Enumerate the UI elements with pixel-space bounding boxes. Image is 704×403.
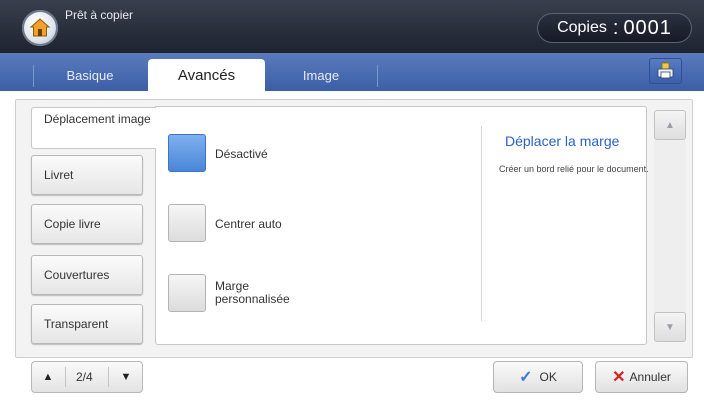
page-navigator: ▲ 2/4 ▼ (31, 361, 143, 393)
status-text: Prêt à copier (65, 8, 134, 22)
sidebar-item-livret[interactable]: Livret (31, 155, 143, 195)
option-desactive-button[interactable] (168, 134, 206, 172)
job-queue-button[interactable] (649, 58, 682, 84)
home-icon (29, 18, 51, 37)
tab-divider (377, 65, 378, 87)
option-centrer-auto-label: Centrer auto (215, 217, 282, 231)
option-marge-personnalisee-button[interactable] (168, 274, 206, 312)
cancel-button[interactable]: ✕ Annuler (595, 361, 688, 393)
page-prev-button[interactable]: ▲ (32, 362, 64, 392)
cancel-label: Annuler (629, 370, 671, 384)
sidebar-item-copie-livre[interactable]: Copie livre (31, 204, 143, 244)
page-indicator: 2/4 (76, 370, 93, 384)
home-button[interactable] (22, 10, 58, 46)
tab-avances[interactable]: Avancés (148, 59, 265, 91)
tab-image[interactable]: Image (266, 59, 376, 91)
sidebar-item-deplacement-image[interactable]: Déplacement image (31, 107, 156, 149)
pager-divider (65, 367, 66, 387)
printer-queue-icon (657, 62, 674, 79)
info-description: Créer un bord relié pour le document. (499, 164, 649, 174)
info-divider (481, 126, 482, 321)
pager-divider (108, 367, 109, 387)
option-desactive-label: Désactivé (215, 147, 268, 161)
ok-button[interactable]: ✓ OK (493, 361, 583, 393)
ok-label: OK (539, 370, 557, 384)
checkmark-icon: ✓ (519, 369, 533, 386)
arrow-up-icon: ▲ (665, 119, 675, 131)
copies-label: Copies (557, 19, 607, 36)
copies-value: 0001 (623, 16, 672, 39)
tab-bar: Basique Avancés Image (0, 53, 704, 91)
scroll-track (654, 140, 686, 313)
scroll-down-button[interactable]: ▼ (654, 312, 686, 342)
close-icon: ✕ (612, 369, 626, 386)
arrow-up-icon: ▲ (42, 371, 54, 383)
top-bar: Prêt à copier Copies : 0001 (0, 0, 704, 53)
tab-basique[interactable]: Basique (34, 59, 146, 91)
arrow-down-icon: ▼ (665, 321, 675, 333)
copies-separator: : (612, 16, 620, 39)
option-centrer-auto-button[interactable] (168, 204, 206, 242)
info-title: Déplacer la marge (505, 133, 620, 149)
copies-counter[interactable]: Copies : 0001 (537, 13, 692, 43)
arrow-down-icon: ▼ (120, 371, 132, 383)
sidebar-item-couvertures[interactable]: Couvertures (31, 255, 143, 295)
sidebar-item-transparent[interactable]: Transparent (31, 304, 143, 344)
scroll-up-button[interactable]: ▲ (654, 110, 686, 140)
option-marge-personnalisee-label: Marge personnalisée (215, 279, 290, 306)
page-next-button[interactable]: ▼ (110, 362, 142, 392)
